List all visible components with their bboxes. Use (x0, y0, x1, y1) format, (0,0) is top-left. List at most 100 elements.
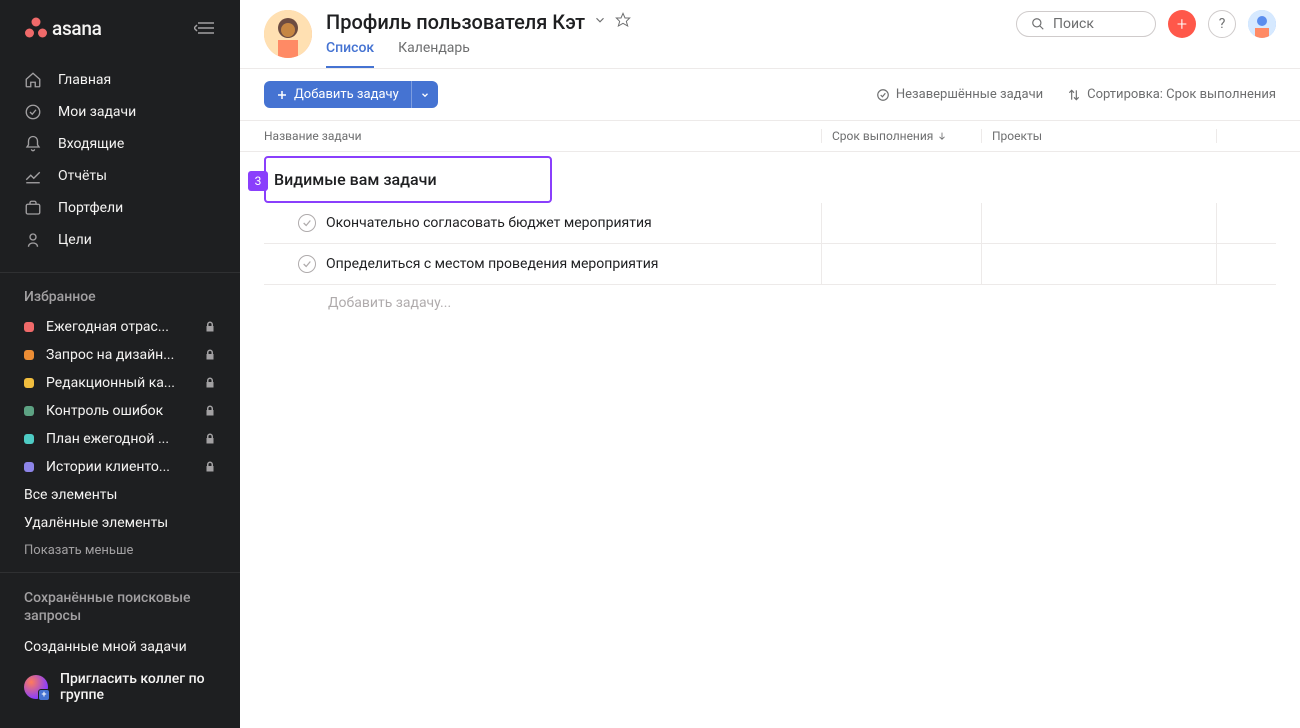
column-add[interactable] (1216, 129, 1276, 143)
task-name: Окончательно согласовать бюджет мероприя… (326, 215, 652, 231)
filter-incomplete-button[interactable]: Незавершённые задачи (876, 87, 1043, 102)
lock-icon (204, 433, 216, 445)
lock-icon (204, 349, 216, 361)
user-menu-avatar[interactable] (1248, 10, 1276, 38)
sort-label: Сортировка: Срок выполнения (1087, 87, 1276, 102)
asana-logo-icon (24, 17, 48, 39)
arrow-down-icon (937, 131, 947, 141)
column-headers: Название задачи Срок выполнения Проекты (240, 120, 1300, 152)
help-button[interactable]: ? (1208, 10, 1236, 38)
nav-reports[interactable]: Отчёты (0, 160, 240, 192)
nav-label: Цели (58, 232, 92, 248)
search-input[interactable]: Поиск (1016, 11, 1156, 37)
nav-portfolios[interactable]: Портфели (0, 192, 240, 224)
project-name: Запрос на дизайн... (46, 347, 192, 363)
add-task-dropdown-button[interactable] (411, 81, 438, 108)
filter-label: Незавершённые задачи (896, 87, 1043, 102)
favorites-header: Избранное (0, 281, 240, 313)
project-color-dot (24, 322, 34, 332)
search-placeholder: Поиск (1053, 16, 1094, 32)
task-due-date-cell[interactable] (821, 203, 981, 243)
sort-button[interactable]: Сортировка: Срок выполнения (1067, 87, 1276, 102)
project-item[interactable]: Истории клиенто... (0, 453, 240, 481)
nav-home[interactable]: Главная (0, 64, 240, 96)
global-add-button[interactable]: + (1168, 10, 1196, 38)
nav-label: Мои задачи (58, 104, 136, 120)
bell-icon (24, 135, 42, 153)
section-title[interactable]: Видимые вам задачи (264, 156, 552, 203)
nav-my-tasks[interactable]: Мои задачи (0, 96, 240, 128)
add-task-label: Добавить задачу (294, 87, 399, 102)
logo[interactable]: asana (24, 17, 102, 40)
project-name: План ежегодной ... (46, 431, 192, 447)
plus-icon (276, 89, 288, 101)
lock-icon (204, 377, 216, 389)
task-end-cell (1216, 203, 1276, 243)
task-row[interactable]: Окончательно согласовать бюджет мероприя… (264, 203, 1276, 244)
nav-goals[interactable]: Цели (0, 224, 240, 256)
project-color-dot (24, 378, 34, 388)
lock-icon (204, 321, 216, 333)
invite-teammates-button[interactable]: + Пригласить коллег по группе (0, 661, 240, 713)
task-projects-cell[interactable] (981, 244, 1216, 284)
project-name: Истории клиенто... (46, 459, 192, 475)
title-dropdown-button[interactable] (593, 13, 607, 31)
column-task-name[interactable]: Название задачи (264, 129, 821, 143)
project-color-dot (24, 350, 34, 360)
project-name: Контроль ошибок (46, 403, 192, 419)
project-item[interactable]: Ежегодная отрас... (0, 313, 240, 341)
tab-calendar[interactable]: Календарь (398, 40, 470, 68)
column-projects[interactable]: Проекты (981, 129, 1216, 143)
page-title: Профиль пользователя Кэт (326, 10, 585, 34)
column-due-date[interactable]: Срок выполнения (821, 129, 981, 143)
nav-inbox[interactable]: Входящие (0, 128, 240, 160)
project-name: Ежегодная отрас... (46, 319, 192, 335)
logo-text: asana (52, 17, 102, 40)
nav-label: Входящие (58, 136, 124, 152)
lock-icon (204, 461, 216, 473)
main-content: Профиль пользователя Кэт Список Календар… (240, 0, 1300, 728)
target-icon (24, 231, 42, 249)
chevron-down-icon (420, 90, 430, 100)
sidebar: asana Главная Мои задачи Входящие Отчёты (0, 0, 240, 728)
nav-label: Главная (58, 72, 111, 88)
deleted-items-link[interactable]: Удалённые элементы (0, 509, 240, 537)
invite-avatar-icon: + (24, 675, 48, 699)
nav-label: Отчёты (58, 168, 107, 184)
task-due-date-cell[interactable] (821, 244, 981, 284)
task-projects-cell[interactable] (981, 203, 1216, 243)
search-icon (1031, 17, 1045, 31)
favorite-star-button[interactable] (615, 12, 631, 32)
sort-icon (1067, 88, 1081, 102)
add-task-button[interactable]: Добавить задачу (264, 81, 411, 108)
invite-label: Пригласить коллег по группе (60, 671, 216, 703)
mark-complete-button[interactable] (298, 255, 316, 273)
home-icon (24, 71, 42, 89)
check-circle-icon (24, 103, 42, 121)
project-item[interactable]: План ежегодной ... (0, 425, 240, 453)
project-item[interactable]: Запрос на дизайн... (0, 341, 240, 369)
add-task-inline[interactable]: Добавить задачу... (264, 285, 1276, 321)
all-items-link[interactable]: Все элементы (0, 481, 240, 509)
add-task-split-button: Добавить задачу (264, 81, 438, 108)
tasks-created-by-me-link[interactable]: Созданные мной задачи (0, 633, 240, 661)
project-color-dot (24, 434, 34, 444)
project-color-dot (24, 406, 34, 416)
show-less-link[interactable]: Показать меньше (0, 537, 240, 564)
nav-label: Портфели (58, 200, 123, 216)
mark-complete-button[interactable] (298, 214, 316, 232)
profile-avatar[interactable] (264, 10, 312, 58)
collapse-sidebar-button[interactable] (188, 12, 220, 44)
check-circle-icon (876, 88, 890, 102)
saved-searches-header: Сохранённые поисковые запросы (0, 581, 240, 633)
tab-list[interactable]: Список (326, 40, 374, 68)
project-item[interactable]: Контроль ошибок (0, 397, 240, 425)
nav-section: Главная Мои задачи Входящие Отчёты Портф… (0, 56, 240, 264)
folder-icon (24, 199, 42, 217)
task-row[interactable]: Определиться с местом проведения меропри… (264, 244, 1276, 285)
project-item[interactable]: Редакционный ка... (0, 369, 240, 397)
project-name: Редакционный ка... (46, 375, 192, 391)
task-end-cell (1216, 244, 1276, 284)
lock-icon (204, 405, 216, 417)
task-name: Определиться с местом проведения меропри… (326, 256, 658, 272)
